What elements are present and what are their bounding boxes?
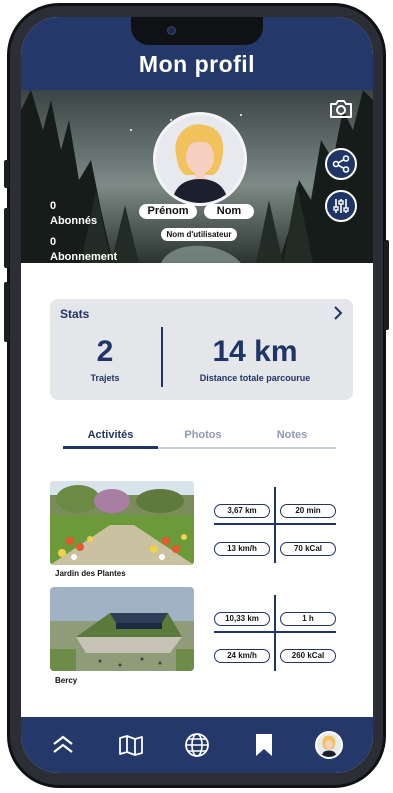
- total-distance: 14 km: [212, 335, 298, 368]
- share-button[interactable]: [325, 148, 357, 180]
- camera-icon: [330, 100, 352, 118]
- tab-activites[interactable]: Activités: [63, 429, 158, 441]
- trip-calories: 260 kCal: [280, 649, 336, 663]
- nav-profile-avatar[interactable]: [315, 731, 343, 759]
- followers-label[interactable]: Abonnés: [50, 215, 97, 227]
- notch: [131, 17, 263, 45]
- stadium-photo: [50, 587, 194, 671]
- total-distance-caption: Distance totale parcourue: [199, 373, 311, 383]
- nav-saved[interactable]: [250, 731, 278, 759]
- garden-photo: [50, 481, 194, 565]
- share-icon: [332, 155, 350, 173]
- settings-button[interactable]: [325, 190, 357, 222]
- trip-name: Jardin des Plantes: [55, 569, 126, 578]
- trips-count: 2: [96, 335, 114, 368]
- trip-duration: 1 h: [280, 612, 336, 626]
- phone-volume-up-button: [4, 208, 9, 268]
- trip-speed: 24 km/h: [214, 649, 270, 663]
- last-name: Nom: [204, 204, 254, 219]
- active-tab-indicator: [63, 446, 158, 449]
- phone-power-button: [384, 240, 389, 330]
- map-icon: [119, 735, 143, 756]
- trip-distance: 10,33 km: [214, 612, 270, 626]
- avatar-illustration: [156, 115, 244, 203]
- avatar-illustration: [317, 733, 341, 757]
- profile-avatar[interactable]: [153, 112, 247, 206]
- app-screen: Mon profil 0 Abonnés 0 Abonnement Prénom…: [21, 17, 373, 773]
- camera-button[interactable]: [327, 95, 355, 123]
- trip-distance: 3,67 km: [214, 504, 270, 518]
- first-name: Prénom: [139, 204, 197, 219]
- stats-label: Stats: [60, 307, 90, 321]
- nav-map[interactable]: [117, 731, 145, 759]
- trip-speed: 13 km/h: [214, 542, 270, 556]
- phone-mute-button: [4, 160, 9, 188]
- trip-photo-jardin-des-plantes[interactable]: [50, 481, 194, 565]
- followers-count: 0: [50, 200, 57, 212]
- chevrons-up-icon: [53, 735, 73, 753]
- sliders-icon: [333, 199, 349, 213]
- profile-tabs: Activités Photos Notes: [63, 427, 336, 449]
- tab-photos[interactable]: Photos: [158, 429, 248, 441]
- trip-duration: 20 min: [280, 504, 336, 518]
- nav-explore[interactable]: [183, 731, 211, 759]
- chevron-right-icon[interactable]: [333, 305, 343, 321]
- username: Nom d'utilisateur: [161, 228, 237, 241]
- metrics-horizontal-divider: [214, 523, 336, 525]
- app-header: Mon profil: [21, 17, 373, 90]
- metrics-horizontal-divider: [214, 631, 336, 633]
- metrics-vertical-divider: [274, 487, 276, 563]
- front-camera: [167, 26, 176, 35]
- trip-name: Bercy: [55, 676, 78, 685]
- page-title: Mon profil: [138, 51, 256, 77]
- trip-photo-bercy[interactable]: [50, 587, 194, 671]
- bookmark-icon: [256, 734, 272, 756]
- following-count: 0: [50, 236, 57, 248]
- phone-volume-down-button: [4, 282, 9, 342]
- following-label[interactable]: Abonnement: [50, 251, 117, 263]
- tab-notes[interactable]: Notes: [248, 429, 336, 441]
- stats-divider: [161, 327, 163, 387]
- metrics-vertical-divider: [274, 595, 276, 671]
- trip-calories: 70 kCal: [280, 542, 336, 556]
- globe-icon: [185, 733, 209, 757]
- nav-home[interactable]: [49, 731, 77, 759]
- stats-card[interactable]: Stats 2 Trajets 14 km Distance totale pa…: [50, 299, 353, 400]
- trips-caption: Trajets: [90, 373, 120, 383]
